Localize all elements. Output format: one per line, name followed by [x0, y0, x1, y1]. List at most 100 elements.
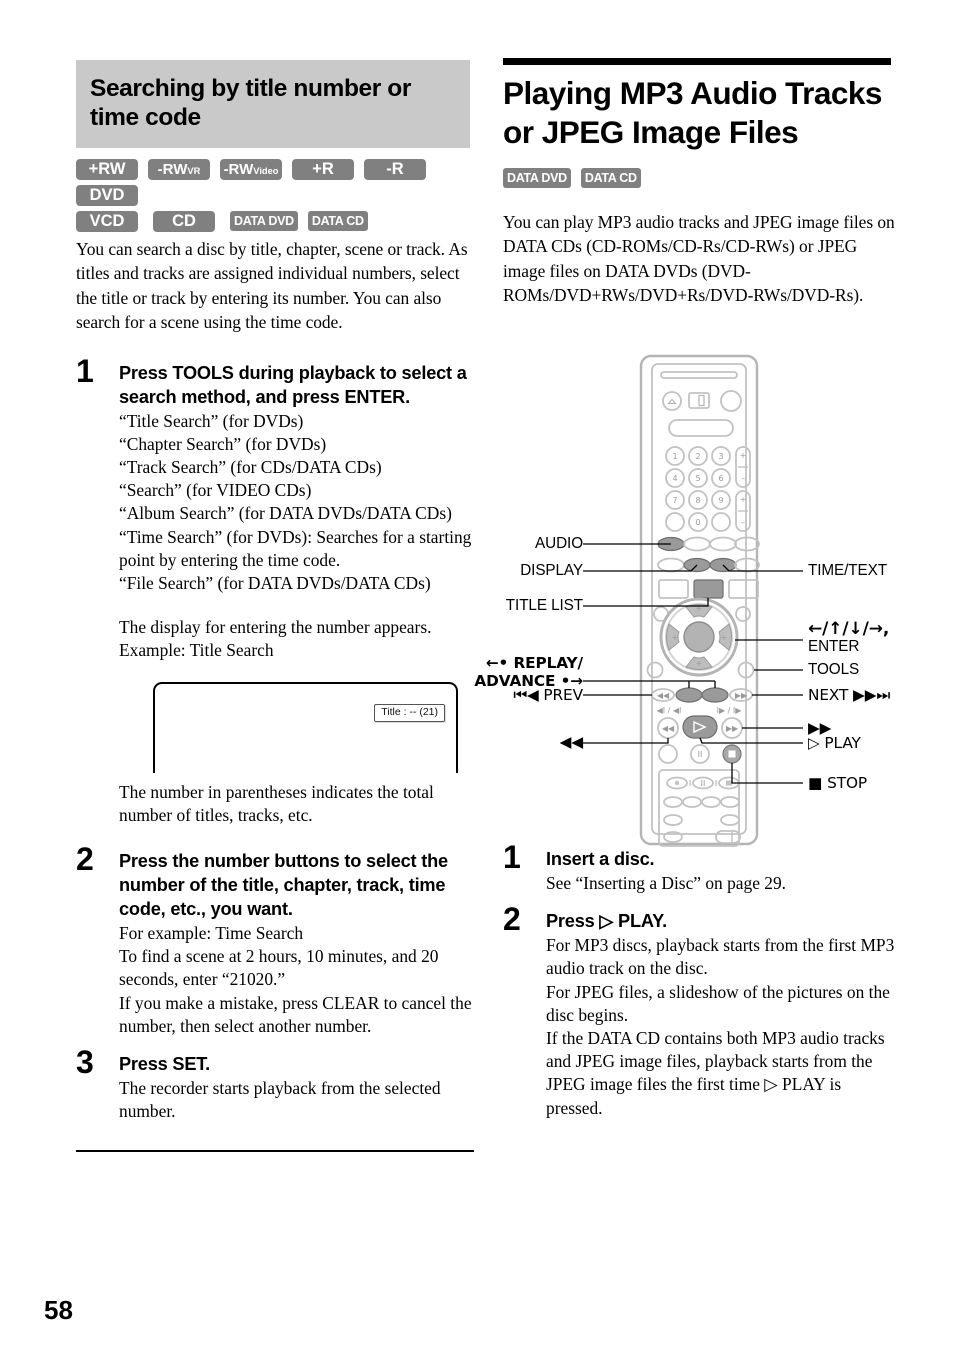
callout-title-list: TITLE LIST — [505, 597, 583, 614]
remote-skip-row: ◀◀ ▶▶ — [651, 687, 753, 703]
chapter-top-rule — [503, 58, 891, 65]
left-step-2-number: 2 — [76, 841, 94, 878]
badge-minus-r: -R — [364, 159, 426, 180]
svg-text:+: + — [721, 633, 728, 642]
badge-minus-rw-video: -RWVideo — [220, 159, 282, 180]
right-step-2-title: Press ▷ PLAY. — [546, 911, 667, 932]
svg-text:–: – — [741, 474, 745, 483]
remote-left-round-button — [646, 661, 664, 679]
svg-text:3: 3 — [718, 452, 723, 461]
callout-audio: AUDIO — [535, 535, 583, 552]
right-steps: 1 Insert a disc. See “Inserting a Disc” … — [503, 841, 895, 1120]
right-step-2-line-3: If the DATA CD contains both MP3 audio t… — [546, 1028, 885, 1118]
svg-text:6: 6 — [718, 474, 723, 483]
callout-prev: ⏮◀ PREV — [513, 686, 583, 704]
callout-next: NEXT ▶▶⏭ — [808, 686, 891, 704]
left-disc-badges: +RW -RWVR -RWVideo +R -R DVD VCD CD DATA… — [76, 159, 476, 237]
svg-text:◀◀: ◀◀ — [657, 691, 670, 700]
callout-stop: ■ STOP — [808, 774, 868, 792]
svg-text:+: + — [672, 633, 679, 642]
left-column: Searching by title number or time code +… — [76, 60, 476, 1153]
svg-text:II: II — [701, 779, 706, 788]
svg-text:0: 0 — [695, 518, 700, 527]
right-step-1-title: Insert a disc. — [546, 849, 655, 869]
svg-text:◀I / ◀I: ◀I / ◀I — [657, 706, 682, 715]
left-step-2-line-1: For example: Time Search — [119, 923, 304, 944]
right-step-2-line-2: For JPEG files, a slideshow of the pictu… — [546, 981, 890, 1025]
svg-text:5: 5 — [695, 474, 700, 483]
remote-direction-pad: + + + + — [659, 597, 739, 677]
section-heading-title: Searching by title number or time code — [90, 75, 411, 131]
left-step-2-line-2: To find a scene at 2 hours, 10 minutes, … — [119, 946, 439, 990]
left-step-1-after-text: The display for entering the number appe… — [119, 617, 432, 661]
remote-side-button-right — [735, 606, 751, 622]
left-step-1-caption: The number in parentheses indicates the … — [119, 781, 434, 825]
callout-replay-advance-line1: ←• REPLAY/ — [485, 654, 583, 672]
svg-text:II: II — [698, 750, 703, 759]
callout-display: DISPLAY — [520, 562, 583, 579]
callout-replay-advance: ←• REPLAY/ ADVANCE •→ — [459, 654, 583, 690]
page-title: Playing MP3 Audio Tracks or JPEG Image F… — [503, 75, 882, 150]
right-step-1-number: 1 — [503, 839, 521, 875]
left-step-1-line-4: “Search” (for VIDEO CDs) — [119, 480, 312, 501]
osd-screen-illustration: Title : -- (21) — [153, 681, 458, 773]
chapter-heading-block: Playing MP3 Audio Tracks or JPEG Image F… — [503, 74, 895, 152]
left-step-1-line-2: “Chapter Search” (for DVDs) — [119, 433, 327, 454]
svg-text:I: I — [715, 779, 717, 788]
page-number: 58 — [44, 1295, 73, 1325]
remote-top-buttons — [662, 390, 742, 412]
title-list-button-highlight — [693, 579, 724, 599]
play-button-highlight — [682, 715, 718, 739]
callout-direction-enter: ←/↑/↓/→, ENTER — [808, 620, 889, 656]
manual-page: Searching by title number or time code +… — [0, 0, 954, 1352]
left-step-2-title: Press the number buttons to select the n… — [119, 851, 448, 920]
right-intro-paragraph: You can play MP3 audio tracks and JPEG i… — [503, 212, 895, 306]
remote-keypad: 1 2 3 4 5 6 7 8 9 0 — [665, 446, 731, 532]
left-step-2: 2 Press the number buttons to select the… — [76, 843, 476, 1038]
remote-display-row — [657, 557, 760, 573]
left-step-1-line-6: “Time Search” (for DVDs): Searches for a… — [119, 526, 472, 570]
svg-text:7: 7 — [672, 496, 677, 505]
badge-data-dvd: DATA DVD — [230, 211, 298, 231]
svg-text:1: 1 — [672, 452, 677, 461]
svg-text:+: + — [696, 604, 703, 613]
badge-data-dvd-right: DATA DVD — [503, 168, 571, 188]
callout-play: ▷ PLAY — [808, 734, 861, 752]
svg-text:+: + — [740, 495, 747, 504]
svg-text:◀◀: ◀◀ — [662, 724, 675, 733]
left-step-2-line-3: If you make a mistake, press CLEAR to ca… — [119, 992, 472, 1036]
left-step-1-line-3: “Track Search” (for CDs/DATA CDs) — [119, 457, 382, 478]
callout-tools: TOOLS — [808, 661, 860, 678]
right-step-1: 1 Insert a disc. See “Inserting a Disc” … — [503, 841, 895, 895]
svg-text:+: + — [740, 451, 747, 460]
advance-button-highlight — [701, 687, 729, 703]
left-step-1-line-1: “Title Search” (for DVDs) — [119, 410, 304, 431]
left-step-1-line-7: “File Search” (for DATA DVDs/DATA CDs) — [119, 573, 431, 594]
left-step-3: 3 Press SET. The recorder starts playbac… — [76, 1046, 476, 1123]
remote-control-figure: .o{fill:none;stroke:#b4b4b4;stroke-width… — [474, 350, 895, 850]
enter-button — [683, 621, 715, 653]
remote-transport-row: ◀◀ ▶▶ — [657, 715, 743, 739]
badge-plus-rw: +RW — [76, 159, 138, 180]
left-step-1-line-5: “Album Search” (for DATA DVDs/DATA CDs) — [119, 503, 452, 524]
left-column-divider — [76, 1150, 474, 1153]
remote-oval-button — [668, 419, 734, 437]
callout-rewind: ◀◀ — [559, 733, 583, 751]
remote-rocker-buttons: + – + – — [735, 446, 751, 532]
left-step-3-number: 3 — [76, 1044, 94, 1081]
svg-text:2: 2 — [695, 452, 700, 461]
badge-data-cd-right: DATA CD — [580, 168, 641, 188]
right-step-1-line-1: See “Inserting a Disc” on page 29. — [546, 873, 787, 893]
badge-data-cd: DATA CD — [307, 211, 368, 231]
replay-button-highlight — [675, 687, 703, 703]
badge-dvd: DVD — [76, 185, 138, 206]
left-step-1-title: Press TOOLS during playback to select a … — [119, 362, 467, 407]
remote-title-list-row — [658, 579, 759, 599]
badge-vcd: VCD — [76, 211, 138, 232]
remote-record-row: II — [658, 744, 742, 764]
left-intro-paragraph: You can search a disc by title, chapter,… — [76, 239, 468, 333]
svg-text:8: 8 — [695, 496, 700, 505]
osd-title-search-field: Title : -- (21) — [374, 703, 445, 722]
right-step-2-line-1: For MP3 discs, playback starts from the … — [546, 935, 895, 979]
badge-plus-r: +R — [292, 159, 354, 180]
